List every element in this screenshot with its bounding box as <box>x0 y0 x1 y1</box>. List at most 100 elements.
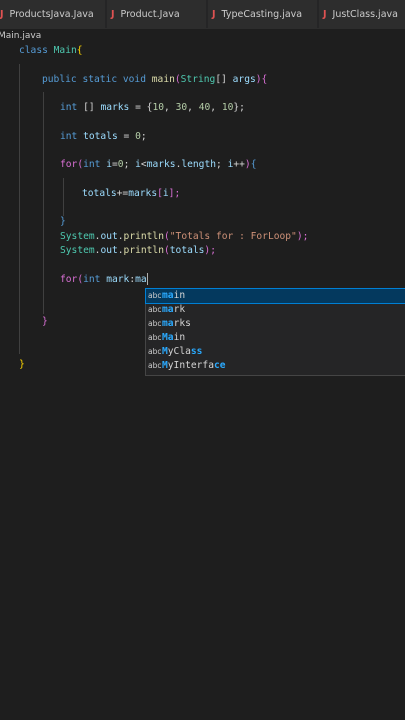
suggestion-label: MyInterface <box>162 359 226 373</box>
indent-guide <box>63 178 64 216</box>
class-name: System <box>60 245 95 256</box>
tab-productsjava[interactable]: J ProductsJava.Java <box>0 0 106 28</box>
operator: += <box>116 188 129 199</box>
suggestion-label: Main <box>162 331 185 345</box>
editor-window: J ProductsJava.Java J Product.Java J TypeCa… <box>0 0 405 720</box>
keyword: for <box>60 274 78 285</box>
terminator: ); <box>296 231 309 242</box>
field: out <box>100 245 118 256</box>
text-completion-icon: abc <box>148 347 162 356</box>
suggestion-item[interactable]: abc marks <box>146 317 405 331</box>
code-line-println-string[interactable]: System.out.println("Totals for : ForLoop… <box>60 230 308 244</box>
brace: { <box>76 45 83 56</box>
variable: marks <box>146 159 176 170</box>
tab-typecasting[interactable]: J TypeCasting.java <box>208 0 318 28</box>
suggestion-label: main <box>162 289 185 303</box>
code-line-totals[interactable]: int totals = 0; <box>60 130 147 144</box>
breadcrumb[interactable]: Main.java <box>0 31 41 41</box>
variable: totals <box>82 188 117 199</box>
brace: } <box>42 316 48 327</box>
string-literal: "Totals for : ForLoop" <box>169 231 297 242</box>
text-completion-icon: abc <box>148 305 162 314</box>
tab-bar: J ProductsJava.Java J Product.Java J TypeCa… <box>0 0 405 29</box>
method-name: println <box>123 245 164 256</box>
suggestion-label: marks <box>162 317 191 331</box>
keyword: for <box>60 159 78 170</box>
property: length <box>181 159 217 170</box>
number: 30 <box>175 102 188 113</box>
tab-justclass[interactable]: J JustClass.java <box>319 0 405 28</box>
separator: ; <box>123 159 136 170</box>
rest-text: rk <box>173 304 186 315</box>
text-completion-icon: abc <box>148 333 162 342</box>
brace: } <box>19 359 25 370</box>
code-line-accumulate[interactable]: totals+=marks[i]; <box>82 187 180 201</box>
brace: { <box>261 74 268 85</box>
text-completion-icon: abc <box>148 319 162 328</box>
indent-guide <box>19 64 20 354</box>
code-line-close-class[interactable]: } <box>19 358 25 372</box>
java-file-icon: J <box>212 9 216 20</box>
comma: , <box>187 102 199 113</box>
brackets: [] <box>215 74 233 85</box>
indent-guide <box>43 92 44 314</box>
method-name: main <box>151 74 175 85</box>
number: 10 <box>152 102 164 113</box>
variable: totals <box>169 245 205 256</box>
tab-label: Product.Java <box>120 9 180 20</box>
keyword: static <box>82 74 123 85</box>
tab-product[interactable]: J Product.Java <box>107 0 207 28</box>
java-file-icon: J <box>323 9 327 20</box>
match-text: ce <box>214 360 226 371</box>
keyword: int <box>60 102 84 113</box>
keyword: public <box>42 74 83 85</box>
text-cursor <box>146 273 148 285</box>
java-file-icon: J <box>0 9 4 20</box>
suggestion-item[interactable]: abc mark <box>146 303 405 317</box>
rest-text: in <box>173 332 186 343</box>
rest-text: rks <box>173 318 191 329</box>
operator: ++ <box>233 159 245 170</box>
number: 10 <box>221 102 234 113</box>
field: out <box>100 231 118 242</box>
keyword: void <box>122 74 152 85</box>
suggestion-item[interactable]: abc Main <box>146 331 405 345</box>
tab-label: TypeCasting.java <box>221 9 303 20</box>
code-line-foreach-typing[interactable]: for(int mark:ma <box>60 273 148 287</box>
tab-label: JustClass.java <box>332 9 398 20</box>
brace: } <box>60 216 66 227</box>
keyword: int <box>83 274 107 285</box>
number: 40 <box>198 102 211 113</box>
variable: totals <box>83 131 118 142</box>
rest-text: in <box>173 290 186 301</box>
terminator: ; <box>140 131 147 142</box>
code-line-close-for[interactable]: } <box>60 215 66 229</box>
terminator: ]; <box>168 188 181 199</box>
keyword: int <box>83 159 107 170</box>
class-name: System <box>60 231 95 242</box>
java-file-icon: J <box>111 9 115 20</box>
code-line-class[interactable]: class Main{ <box>19 44 83 58</box>
class-name: Main <box>53 45 77 56</box>
text-completion-icon: abc <box>148 361 162 370</box>
suggestion-item[interactable]: abc MyInterface <box>146 359 405 373</box>
code-line-for-loop[interactable]: for(int i=0; i<marks.length; i++){ <box>60 158 256 172</box>
suggestion-item[interactable]: abc main <box>145 288 405 304</box>
suggestion-label: MyClass <box>162 345 202 359</box>
keyword: class <box>19 45 54 56</box>
match-text: ma <box>162 318 174 329</box>
code-line-marks-array[interactable]: int [] marks = {10, 30, 40, 10}; <box>60 101 245 115</box>
operator: = { <box>129 102 153 113</box>
code-line-main-method[interactable]: public static void main(String[] args){ <box>42 73 267 87</box>
suggestion-item[interactable]: abc MyClass <box>146 345 405 359</box>
code-line-println-totals[interactable]: System.out.println(totals); <box>60 244 216 258</box>
tab-label: ProductsJava.Java <box>9 9 94 20</box>
comma: , <box>210 102 222 113</box>
operator: = <box>117 131 136 142</box>
match-text: ma <box>162 290 174 301</box>
brackets: [] <box>83 102 101 113</box>
terminator: }; <box>233 102 245 113</box>
code-line-close-method[interactable]: } <box>42 315 48 329</box>
variable: marks <box>100 102 130 113</box>
terminator: ); <box>204 245 216 256</box>
